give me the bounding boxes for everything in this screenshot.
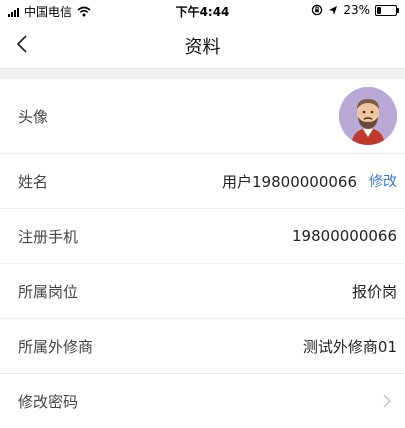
lock-rotation-icon [312,4,323,16]
phone-row: 注册手机 19800000066 [0,209,405,263]
organization-section: 所属岗位 报价岗 所属外修商 测试外修商01 修改密码 [0,264,405,428]
avatar[interactable] [339,87,397,145]
name-value: 用户19800000066 [222,172,357,191]
nav-bar: 资料 [0,20,405,69]
change-password-label: 修改密码 [18,392,79,411]
profile-section: 头像 姓名 用户19800000066 修改 注册手机 19800000066 [0,79,405,263]
phone-value: 19800000066 [292,227,397,245]
page-title: 资料 [184,37,221,58]
vendor-row: 所属外修商 测试外修商01 [0,319,405,374]
phone-label: 注册手机 [18,227,79,246]
battery-percent: 23% [343,3,370,17]
edit-name-link[interactable]: 修改 [369,171,397,191]
position-row: 所属岗位 报价岗 [0,264,405,319]
status-bar: 中国电信 下午4:44 23% [0,0,405,20]
position-label: 所属岗位 [18,282,79,301]
position-value: 报价岗 [351,282,397,301]
chevron-right-icon [383,394,391,408]
name-row: 姓名 用户19800000066 修改 [0,154,405,209]
avatar-label: 头像 [18,107,49,126]
user-avatar-icon [339,87,397,145]
vendor-label: 所属外修商 [18,337,94,356]
battery-icon [375,4,399,16]
vendor-value: 测试外修商01 [302,337,397,356]
location-icon [329,5,338,15]
name-label: 姓名 [18,172,49,191]
avatar-row[interactable]: 头像 [0,79,405,154]
